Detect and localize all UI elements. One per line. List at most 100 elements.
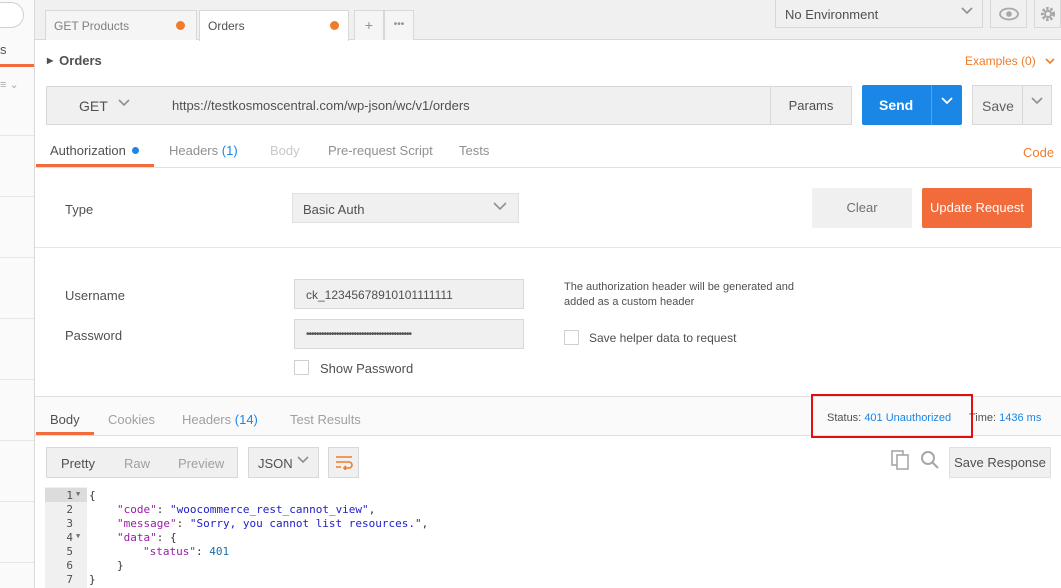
view-raw-button[interactable]: Raw xyxy=(124,456,150,471)
copy-icon[interactable] xyxy=(891,450,909,475)
json-number: 401 xyxy=(209,545,230,558)
wrap-lines-icon xyxy=(335,456,353,474)
active-tab-underline xyxy=(36,432,94,435)
chevron-down-icon xyxy=(492,198,508,217)
json-brace: { xyxy=(89,489,96,502)
tab-headers[interactable]: Headers (1) xyxy=(169,143,238,158)
save-helper-label: Save helper data to request xyxy=(589,331,737,345)
json-key: "code" xyxy=(117,503,157,516)
auth-type-value: Basic Auth xyxy=(303,202,365,217)
environment-value: No Environment xyxy=(785,7,879,22)
method-select[interactable]: GET xyxy=(46,86,162,125)
sidebar-tab-underline xyxy=(0,64,34,67)
sidebar-divider xyxy=(0,440,34,441)
line-number: 1 xyxy=(66,489,73,502)
json-string: "woocommerce_rest_cannot_view" xyxy=(170,503,369,516)
code-line: "message": "Sorry, you cannot list resou… xyxy=(117,517,429,530)
response-tab-body[interactable]: Body xyxy=(50,412,80,427)
chevron-down-icon xyxy=(117,96,131,113)
password-input[interactable]: ••••••••••••••••••••••••••••••••••••••••… xyxy=(294,319,524,349)
eye-icon xyxy=(998,7,1020,28)
tab-orders[interactable]: Orders xyxy=(199,10,349,41)
time-value[interactable]: 1436 ms xyxy=(999,412,1041,424)
tab-label: Authorization xyxy=(50,143,126,158)
url-input[interactable]: https://testkosmoscentral.com/wp-json/wc… xyxy=(161,86,771,125)
view-pretty-button[interactable]: Pretty xyxy=(61,456,95,471)
save-response-button[interactable]: Save Response xyxy=(949,447,1051,478)
chevron-down-icon xyxy=(296,453,310,470)
tab-label: Headers xyxy=(182,412,232,427)
sidebar-divider xyxy=(0,318,34,319)
chevron-down-icon xyxy=(1045,54,1055,68)
active-dot-icon xyxy=(131,147,139,154)
gear-icon xyxy=(1038,6,1058,27)
sidebar-divider xyxy=(0,501,34,502)
line-number: 6 xyxy=(66,559,73,572)
json-brace: } xyxy=(117,559,124,572)
wrap-lines-button[interactable] xyxy=(328,447,359,478)
username-input[interactable]: ck_12345678910101111111 xyxy=(294,279,524,309)
line-number: 7 xyxy=(66,573,73,586)
response-body-editor[interactable]: 1 ▼ 2 3 4 ▼ 5 6 7 { "code": "woocommerce… xyxy=(45,487,1053,588)
tab-authorization[interactable]: Authorization xyxy=(50,143,139,158)
request-name[interactable]: ▶ Orders xyxy=(47,53,102,68)
sidebar-divider xyxy=(0,135,34,136)
tab-tests[interactable]: Tests xyxy=(459,143,489,158)
format-value: JSON xyxy=(258,456,293,471)
save-button[interactable]: Save xyxy=(972,85,1052,125)
auth-helper-note: The authorization header will be generat… xyxy=(564,281,794,308)
tab-label: GET Products xyxy=(54,19,130,33)
params-button[interactable]: Params xyxy=(770,86,852,125)
tab-body[interactable]: Body xyxy=(270,143,300,158)
response-tab-headers[interactable]: Headers (14) xyxy=(182,412,258,427)
json-key: "status" xyxy=(143,545,196,558)
examples-label: Examples (0) xyxy=(965,54,1036,68)
json-brace: } xyxy=(89,573,96,586)
code-line: "status": 401 xyxy=(143,545,230,558)
tab-options-button[interactable]: ••• xyxy=(384,10,414,40)
tab-get-products[interactable]: GET Products xyxy=(45,10,197,40)
code-link[interactable]: Code xyxy=(1023,145,1054,160)
send-label: Send xyxy=(879,97,914,113)
auth-type-select[interactable]: Basic Auth xyxy=(292,193,519,223)
environment-quick-look-button[interactable] xyxy=(990,0,1027,28)
sidebar-filter-icon[interactable]: ≡ ⌄ xyxy=(0,78,19,91)
view-preview-button[interactable]: Preview xyxy=(178,456,224,471)
code-line: } xyxy=(117,559,124,572)
username-label: Username xyxy=(65,288,125,303)
sidebar-divider xyxy=(0,562,34,563)
search-icon[interactable] xyxy=(920,450,940,475)
sidebar-tab-history[interactable]: s xyxy=(0,42,34,57)
fold-arrow-icon[interactable]: ▼ xyxy=(76,490,80,498)
show-password-checkbox[interactable] xyxy=(294,360,309,375)
update-request-button[interactable]: Update Request xyxy=(922,188,1032,228)
response-tab-test-results[interactable]: Test Results xyxy=(290,412,361,427)
fold-arrow-icon[interactable]: ▼ xyxy=(76,532,80,540)
password-label: Password xyxy=(65,328,123,343)
json-string: "Sorry, you cannot list resources." xyxy=(189,517,422,530)
code-line: "code": "woocommerce_rest_cannot_view", xyxy=(117,503,376,516)
save-label: Save xyxy=(982,98,1014,114)
save-divider xyxy=(1022,86,1023,124)
send-options-chevron-icon[interactable] xyxy=(940,94,954,111)
send-button[interactable]: Send xyxy=(862,85,962,125)
save-options-chevron-icon[interactable] xyxy=(1030,94,1044,111)
sidebar: s ≡ ⌄ xyxy=(0,0,35,588)
examples-dropdown[interactable]: Examples (0) xyxy=(965,54,1055,68)
code-line: "data": { xyxy=(117,531,177,544)
clear-button[interactable]: Clear xyxy=(812,188,912,228)
sidebar-divider xyxy=(0,257,34,258)
method-value: GET xyxy=(79,98,108,114)
caret-right-icon: ▶ xyxy=(47,56,54,65)
sidebar-search-input[interactable] xyxy=(0,2,24,28)
send-divider xyxy=(931,85,932,125)
format-select[interactable]: JSON xyxy=(248,447,319,478)
tab-pre-request-script[interactable]: Pre-request Script xyxy=(328,143,433,158)
response-tab-cookies[interactable]: Cookies xyxy=(108,412,155,427)
manage-environments-button[interactable] xyxy=(1034,0,1061,28)
sidebar-divider xyxy=(0,196,34,197)
line-number: 2 xyxy=(66,503,73,516)
save-helper-checkbox[interactable] xyxy=(564,330,579,345)
environment-select[interactable]: No Environment xyxy=(775,0,983,28)
new-tab-button[interactable]: + xyxy=(354,10,384,40)
